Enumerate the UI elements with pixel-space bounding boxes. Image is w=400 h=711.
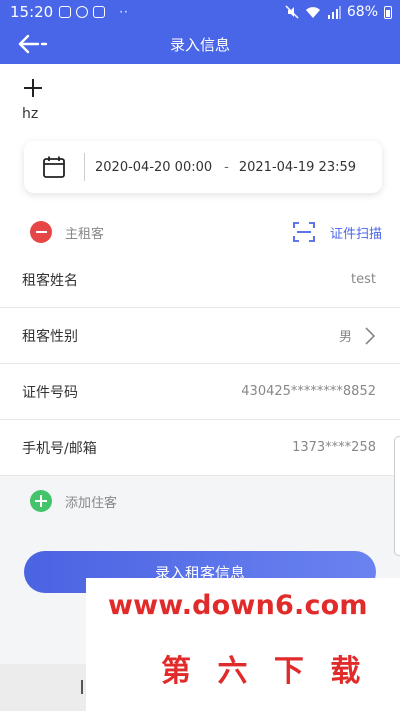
guest-name: hz [22, 106, 39, 122]
plus-icon[interactable] [22, 77, 44, 99]
back-button[interactable] [18, 30, 52, 58]
minus-circle-icon[interactable] [30, 221, 52, 243]
mute-icon [285, 5, 299, 19]
id-scan-button[interactable]: 证件扫描 [330, 223, 382, 242]
scroll-handle[interactable] [394, 436, 400, 556]
chevron-right-icon [365, 326, 376, 345]
date-dash: - [224, 159, 229, 175]
form-label: 租客姓名 [22, 272, 78, 289]
calendar-icon [43, 156, 65, 178]
tenant-gender-row[interactable]: 租客性别 男 [0, 308, 400, 364]
status-right: 68% [285, 4, 392, 20]
battery-icon [384, 5, 392, 19]
form-label: 证件号码 [22, 384, 78, 401]
nav-mark [81, 680, 83, 694]
phone-email-row[interactable]: 手机号/邮箱 1373****258 [0, 420, 400, 476]
status-dots: ·· [119, 5, 129, 19]
add-guest-row[interactable]: 添加住客 [0, 476, 400, 526]
nav-bar: 录入信息 [0, 24, 400, 64]
battery-percent: 68% [346, 4, 378, 20]
watermark: www.down6.com 第 六 下 载 [86, 578, 400, 711]
main-tenant-label: 主租客 [65, 227, 105, 242]
divider [84, 153, 85, 181]
page-title: 录入信息 [169, 35, 230, 54]
shop-icon [59, 6, 72, 18]
status-bar: 15:20 ·· 68% [0, 0, 400, 24]
arrow-left-icon [18, 34, 48, 54]
bag-icon [93, 6, 106, 18]
status-time: 15:20 [10, 3, 54, 21]
watermark-url: www.down6.com [108, 590, 368, 621]
face-icon [76, 6, 89, 18]
id-number-value[interactable]: 430425********8852 [241, 384, 376, 399]
date-end[interactable]: 2021-04-19 23:59 [239, 160, 356, 175]
plus-circle-icon[interactable] [30, 490, 52, 512]
date-range-card[interactable]: 2020-04-20 00:00 - 2021-04-19 23:59 [24, 141, 382, 193]
main-tenant-row: 主租客 证件扫描 [0, 212, 400, 252]
id-number-row[interactable]: 证件号码 430425********8852 [0, 364, 400, 420]
form-label: 租客性别 [22, 328, 78, 345]
scan-icon[interactable] [292, 220, 316, 244]
tenant-gender-value[interactable]: 男 [339, 326, 352, 345]
signal-icon [327, 5, 341, 19]
wifi-icon [305, 6, 320, 18]
phone-email-value[interactable]: 1373****258 [292, 440, 376, 455]
tenant-form: 租客姓名 test 租客性别 男 证件号码 430425********8852… [0, 252, 400, 476]
form-label: 手机号/邮箱 [22, 440, 97, 457]
tenant-name-value[interactable]: test [351, 272, 376, 287]
watermark-name: 第 六 下 载 [161, 654, 369, 689]
status-notification-icons [59, 6, 106, 18]
tenant-name-row[interactable]: 租客姓名 test [0, 252, 400, 308]
date-start[interactable]: 2020-04-20 00:00 [95, 160, 212, 175]
add-guest-label[interactable]: 添加住客 [65, 492, 117, 511]
